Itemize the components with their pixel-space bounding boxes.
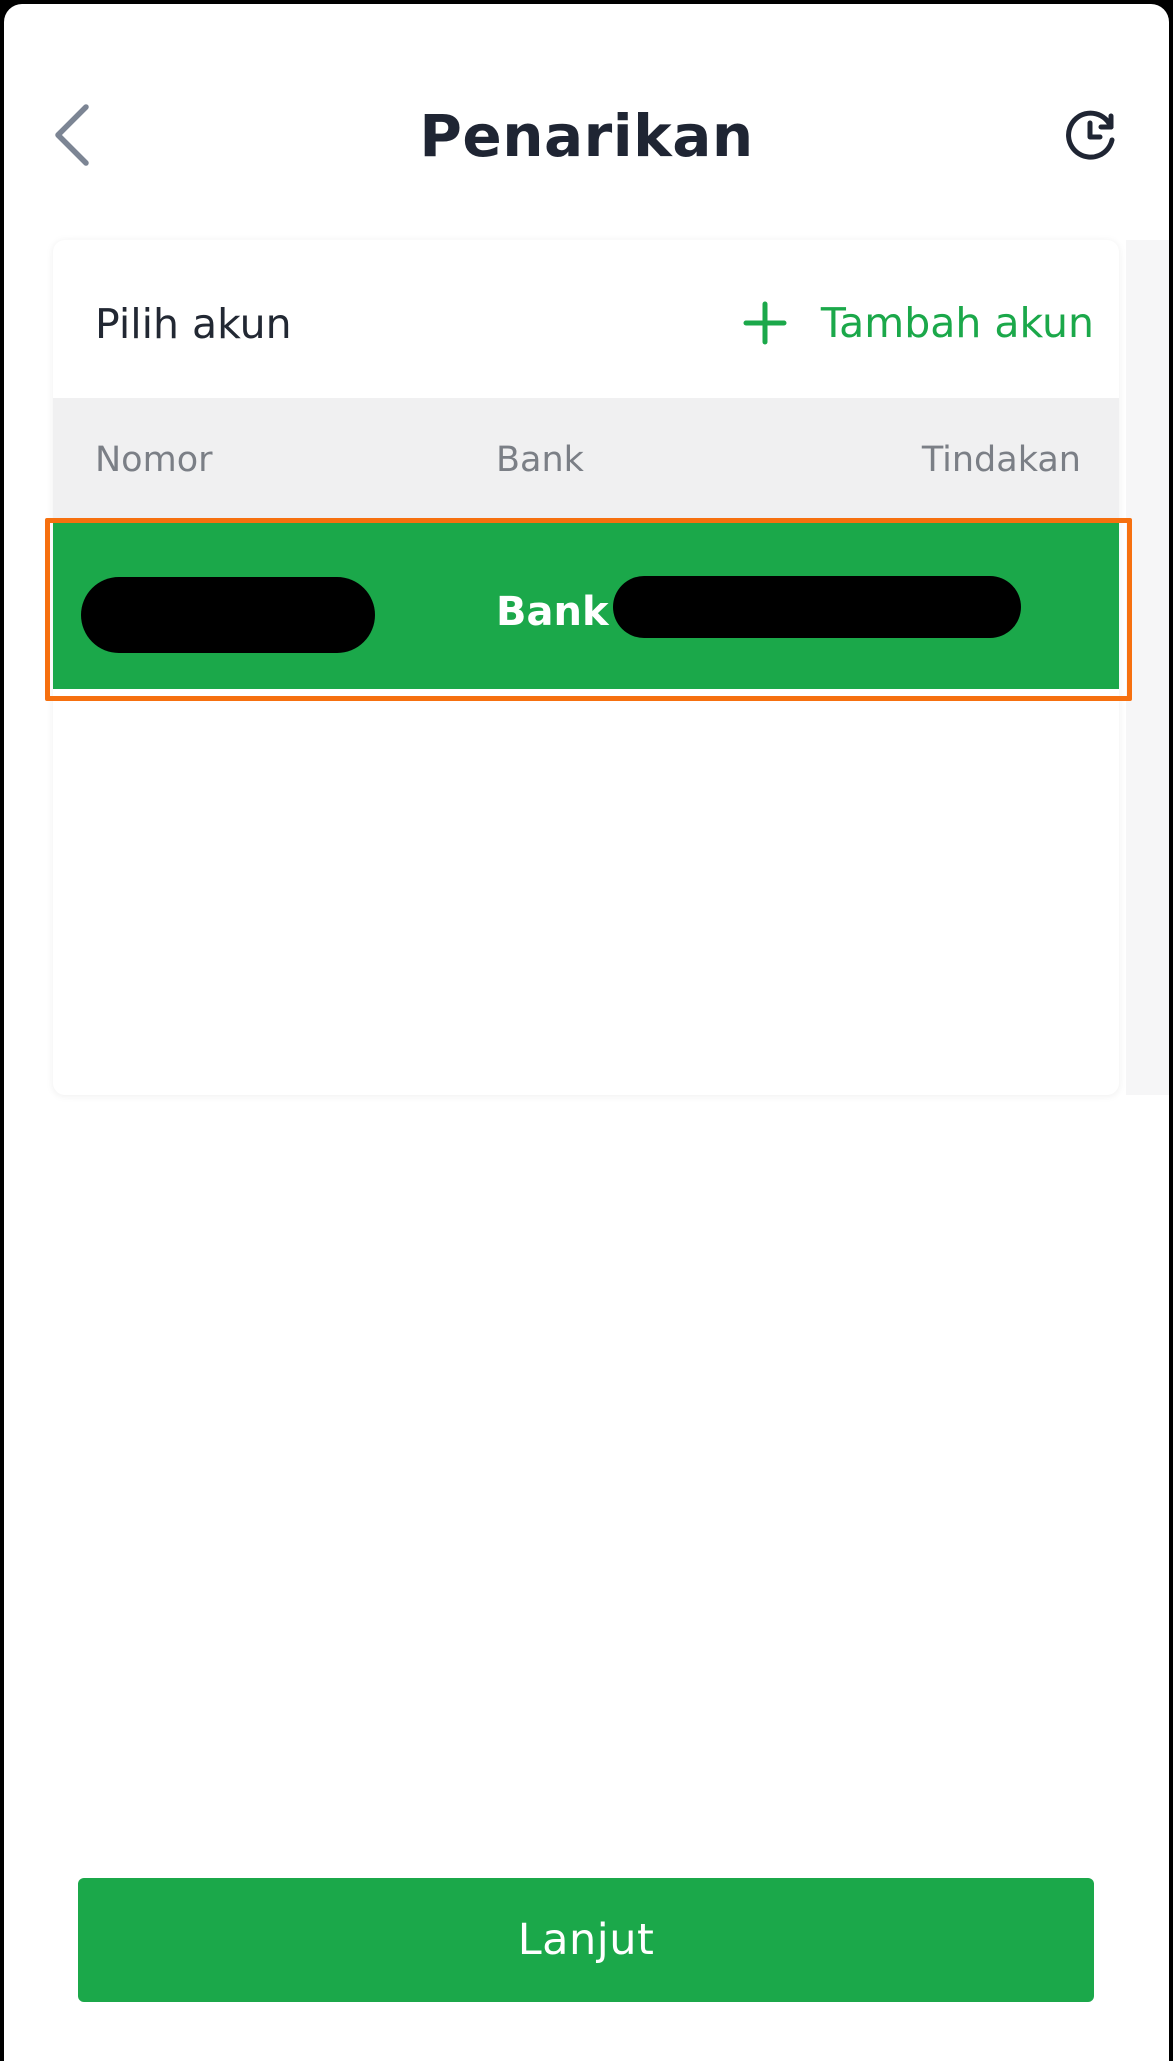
continue-button[interactable]: Lanjut bbox=[78, 1878, 1094, 2002]
add-account-label: Tambah akun bbox=[820, 299, 1094, 347]
account-card: Pilih akun Tambah akun Nomor Bank Tindak… bbox=[53, 240, 1119, 1095]
plus-icon bbox=[743, 301, 787, 345]
header-bar: Penarikan bbox=[4, 4, 1169, 234]
continue-button-label: Lanjut bbox=[517, 1915, 655, 1965]
column-header-bank: Bank bbox=[496, 440, 584, 480]
history-button[interactable] bbox=[1060, 106, 1122, 168]
account-card-header: Pilih akun Tambah akun bbox=[53, 240, 1119, 398]
select-account-label: Pilih akun bbox=[95, 300, 292, 348]
page-title: Penarikan bbox=[419, 102, 754, 170]
background-strip bbox=[1126, 240, 1169, 1095]
add-account-button[interactable]: Tambah akun bbox=[743, 292, 1094, 354]
account-row[interactable]: Bank bbox=[53, 522, 1119, 689]
withdrawal-screen: Penarikan Pilih akun Tambah akun Nomor B… bbox=[4, 4, 1169, 2061]
redacted-bank-name bbox=[613, 576, 1021, 638]
bank-name-label: Bank bbox=[496, 589, 609, 635]
table-header: Nomor Bank Tindakan bbox=[53, 398, 1119, 522]
redacted-account-number bbox=[81, 577, 375, 653]
column-header-number: Nomor bbox=[95, 440, 213, 480]
history-clock-icon bbox=[1063, 107, 1119, 167]
column-header-action: Tindakan bbox=[921, 440, 1081, 480]
